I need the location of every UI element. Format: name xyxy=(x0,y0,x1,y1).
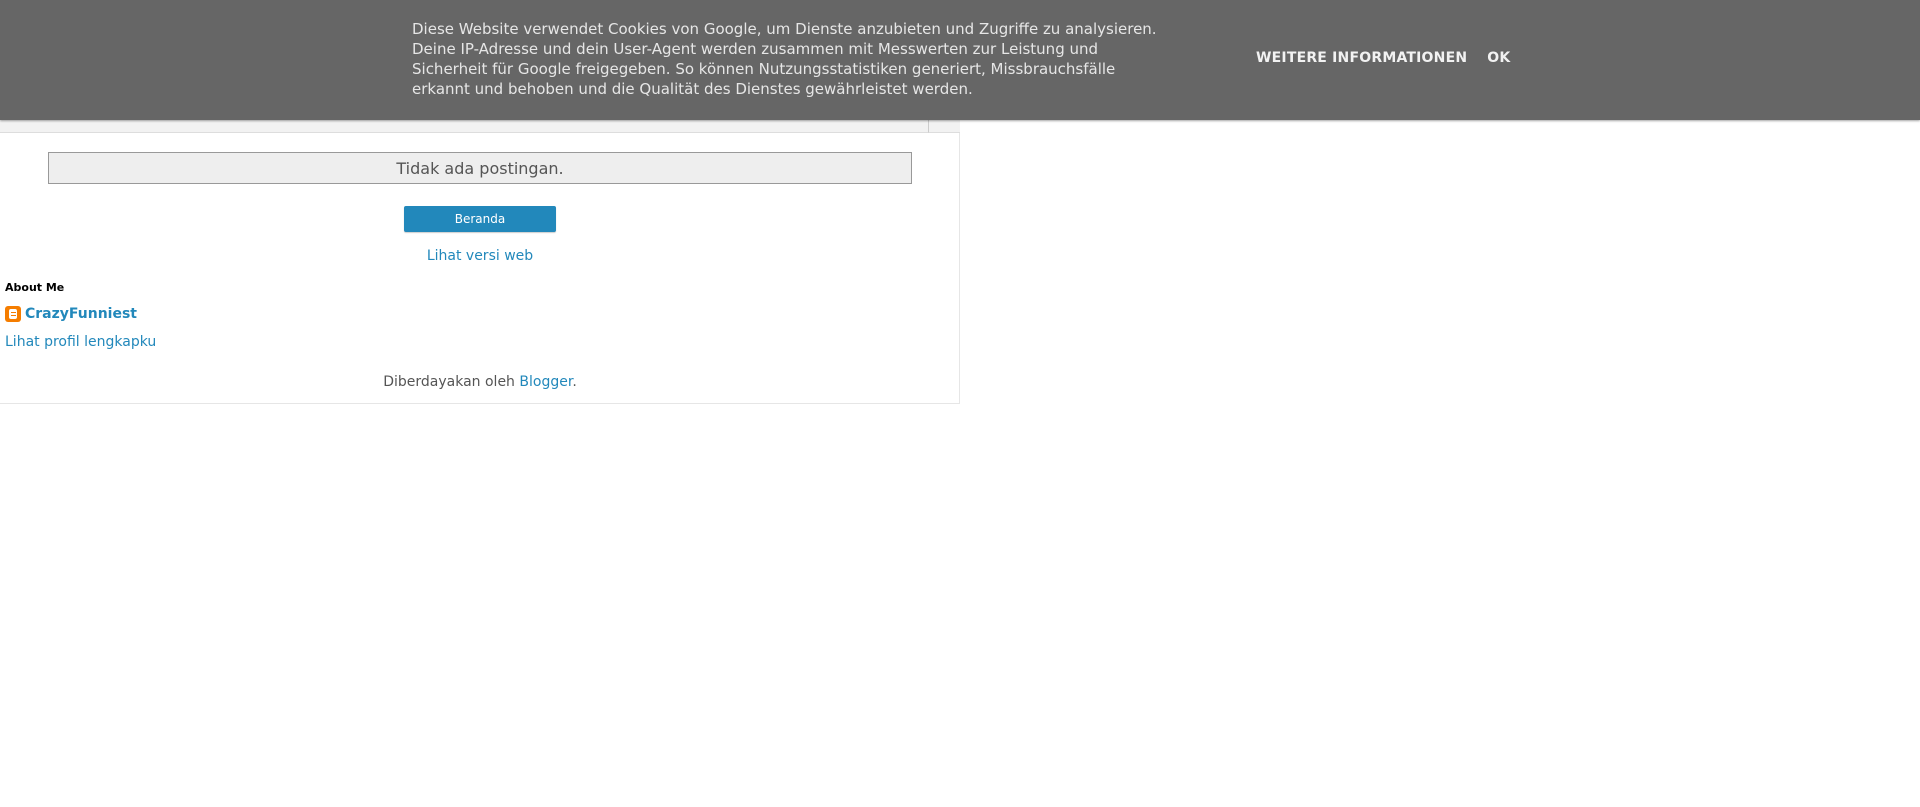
powered-by-prefix: Diberdayakan oleh xyxy=(383,374,520,390)
header-strip-tab[interactable] xyxy=(928,120,960,133)
about-me-title: About Me xyxy=(5,281,65,294)
powered-by-suffix: . xyxy=(572,374,577,390)
more-info-link[interactable]: WEITERE INFORMATIONEN xyxy=(1256,50,1467,66)
cookie-banner: Diese Website verwendet Cookies von Goog… xyxy=(0,0,1920,120)
full-profile-link[interactable]: Lihat profil lengkapku xyxy=(5,334,156,350)
powered-by: Diberdayakan oleh Blogger. xyxy=(0,374,960,390)
no-posts-text: Tidak ada postingan. xyxy=(396,158,564,178)
header-strip xyxy=(0,120,928,133)
cookie-message-line: Diese Website verwendet Cookies von Goog… xyxy=(412,20,1157,38)
cookie-message-line: erkannt und behoben und die Qualität des… xyxy=(412,80,973,98)
blogger-link[interactable]: Blogger xyxy=(519,374,572,390)
cookie-message-line: Deine IP-Adresse und dein User-Agent wer… xyxy=(412,40,1099,58)
profile-row: CrazyFunniest xyxy=(5,306,137,322)
blogger-icon xyxy=(5,306,21,322)
profile-name-link[interactable]: CrazyFunniest xyxy=(25,306,137,322)
ok-button[interactable]: OK xyxy=(1487,50,1510,66)
cookie-message: Diese Website verwendet Cookies von Goog… xyxy=(412,19,1212,99)
cookie-actions: WEITERE INFORMATIONEN OK xyxy=(1256,50,1510,66)
no-posts-message: Tidak ada postingan. xyxy=(48,152,912,184)
web-version-label[interactable]: Lihat versi web xyxy=(427,248,533,264)
home-button[interactable]: Beranda xyxy=(404,206,556,232)
web-version-link[interactable]: Lihat versi web xyxy=(0,248,960,264)
cookie-message-line: Sicherheit für Google freigegeben. So kö… xyxy=(412,60,1116,78)
